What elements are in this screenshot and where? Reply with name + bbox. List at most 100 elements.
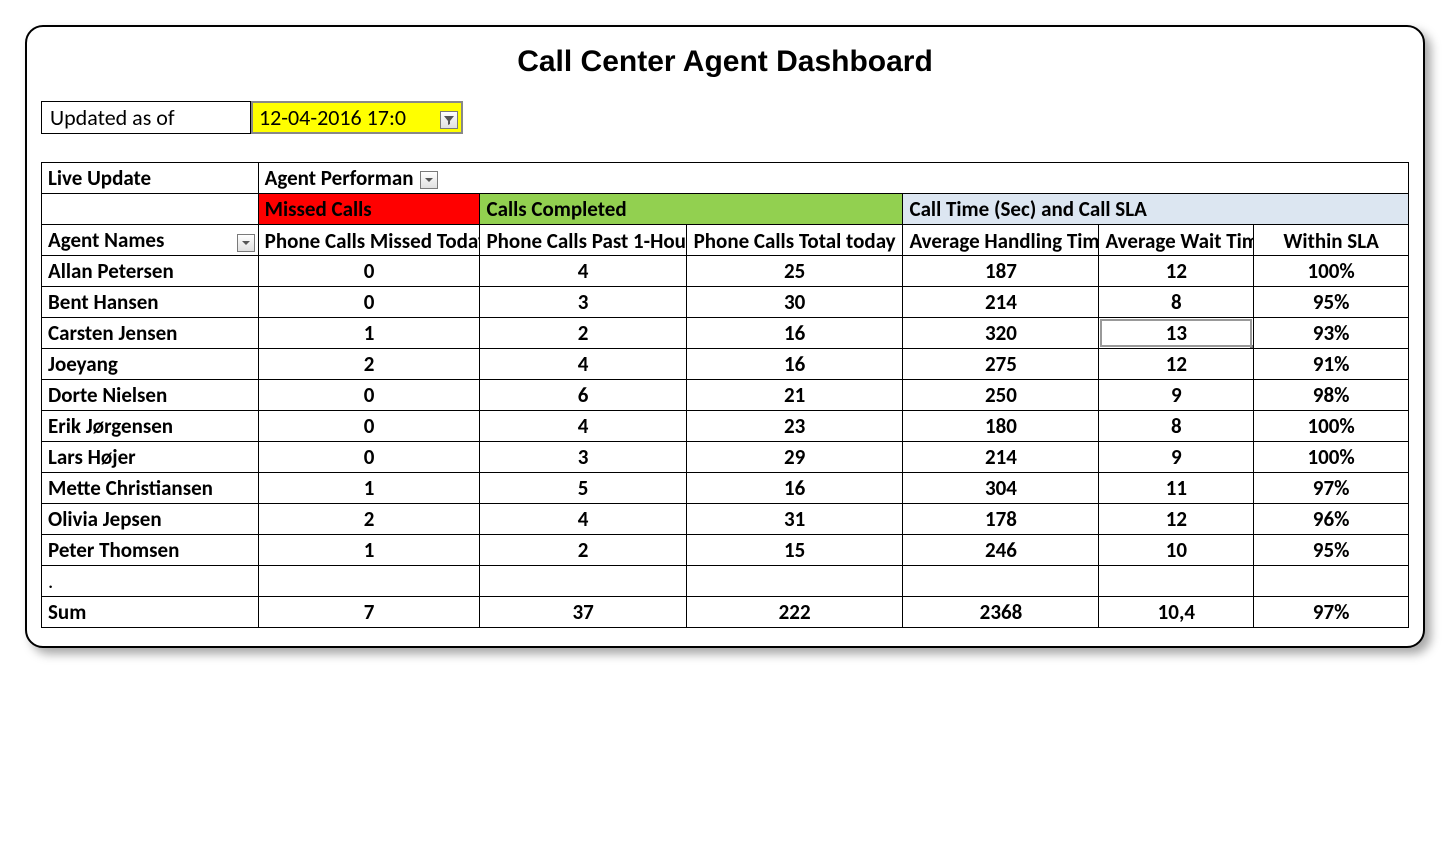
- cell-aht[interactable]: 214: [903, 287, 1099, 318]
- cell-hour[interactable]: 3: [480, 442, 686, 473]
- dropdown-icon[interactable]: [237, 234, 255, 252]
- cell-total[interactable]: 16: [686, 349, 903, 380]
- cell-hour[interactable]: 4: [480, 256, 686, 287]
- cell-missed[interactable]: 2: [258, 349, 480, 380]
- cell-total[interactable]: 21: [686, 380, 903, 411]
- cell-awt[interactable]: 11: [1099, 473, 1254, 504]
- cell-missed[interactable]: 2: [258, 504, 480, 535]
- col-sla: Within SLA: [1254, 225, 1409, 256]
- cell-total[interactable]: 23: [686, 411, 903, 442]
- band-call-sla: Call Time (Sec) and Call SLA: [903, 194, 1409, 225]
- cell-missed[interactable]: 0: [258, 287, 480, 318]
- agent-performance-header[interactable]: Agent Performan: [258, 163, 1408, 194]
- cell-missed[interactable]: 0: [258, 380, 480, 411]
- agent-name[interactable]: Bent Hansen: [42, 287, 259, 318]
- col-awt: Average Wait Time: [1099, 225, 1254, 256]
- table-row: Dorte Nielsen0621250998%: [42, 380, 1409, 411]
- updated-value: 12-04-2016 17:0: [259, 104, 406, 131]
- cell-sla[interactable]: 93%: [1254, 318, 1409, 349]
- live-update-header: Live Update: [42, 163, 259, 194]
- cell-sla[interactable]: 95%: [1254, 535, 1409, 566]
- col-missed-today: Phone Calls Missed Today: [258, 225, 480, 256]
- cell-missed[interactable]: 0: [258, 411, 480, 442]
- cell-hour[interactable]: 5: [480, 473, 686, 504]
- agent-name[interactable]: Erik Jørgensen: [42, 411, 259, 442]
- agent-name[interactable]: Dorte Nielsen: [42, 380, 259, 411]
- updated-row: Updated as of 12-04-2016 17:0: [41, 101, 1409, 134]
- cell-hour[interactable]: 2: [480, 318, 686, 349]
- cell-awt[interactable]: 12: [1099, 256, 1254, 287]
- col-total-today: Phone Calls Total today: [686, 225, 903, 256]
- cell-awt[interactable]: 12: [1099, 349, 1254, 380]
- cell-missed[interactable]: 1: [258, 318, 480, 349]
- cell-awt[interactable]: 13: [1099, 318, 1254, 349]
- cell-aht[interactable]: 214: [903, 442, 1099, 473]
- cell-aht[interactable]: 246: [903, 535, 1099, 566]
- agent-names-header[interactable]: Agent Names: [42, 225, 259, 256]
- cell-sla[interactable]: 91%: [1254, 349, 1409, 380]
- cell-aht[interactable]: 180: [903, 411, 1099, 442]
- col-aht: Average Handling Time: [903, 225, 1099, 256]
- filter-icon[interactable]: [440, 111, 458, 129]
- cell-total[interactable]: 16: [686, 473, 903, 504]
- cell-total[interactable]: 31: [686, 504, 903, 535]
- table-row: Erik Jørgensen04231808100%: [42, 411, 1409, 442]
- cell-total[interactable]: 30: [686, 287, 903, 318]
- table-row: Olivia Jepsen24311781296%: [42, 504, 1409, 535]
- dropdown-icon[interactable]: [420, 171, 438, 189]
- cell-awt[interactable]: 12: [1099, 504, 1254, 535]
- cell-total[interactable]: 29: [686, 442, 903, 473]
- updated-label: Updated as of: [41, 101, 251, 134]
- col-past-hour: Phone Calls Past 1-Hour: [480, 225, 686, 256]
- agent-name[interactable]: Peter Thomsen: [42, 535, 259, 566]
- cell-aht[interactable]: 320: [903, 318, 1099, 349]
- cell-total[interactable]: 25: [686, 256, 903, 287]
- cell-awt[interactable]: 8: [1099, 287, 1254, 318]
- cell-sla[interactable]: 100%: [1254, 256, 1409, 287]
- cell-aht[interactable]: 178: [903, 504, 1099, 535]
- table-row: Mette Christiansen15163041197%: [42, 473, 1409, 504]
- table-row: Carsten Jensen12163201393%: [42, 318, 1409, 349]
- agent-name[interactable]: Carsten Jensen: [42, 318, 259, 349]
- cell-total[interactable]: 15: [686, 535, 903, 566]
- dashboard-frame: Call Center Agent Dashboard Updated as o…: [25, 25, 1425, 648]
- spacer-dot: .: [42, 566, 259, 597]
- cell-hour[interactable]: 4: [480, 504, 686, 535]
- cell-missed[interactable]: 0: [258, 442, 480, 473]
- cell-aht[interactable]: 275: [903, 349, 1099, 380]
- cell-hour[interactable]: 6: [480, 380, 686, 411]
- table-row: Lars Højer03292149100%: [42, 442, 1409, 473]
- band-missed-calls: Missed Calls: [258, 194, 480, 225]
- agent-name[interactable]: Olivia Jepsen: [42, 504, 259, 535]
- updated-value-cell[interactable]: 12-04-2016 17:0: [251, 101, 463, 134]
- cell-total[interactable]: 16: [686, 318, 903, 349]
- cell-sla[interactable]: 100%: [1254, 411, 1409, 442]
- cell-missed[interactable]: 0: [258, 256, 480, 287]
- cell-missed[interactable]: 1: [258, 473, 480, 504]
- cell-sla[interactable]: 98%: [1254, 380, 1409, 411]
- cell-hour[interactable]: 4: [480, 411, 686, 442]
- cell-sla[interactable]: 95%: [1254, 287, 1409, 318]
- cell-hour[interactable]: 2: [480, 535, 686, 566]
- cell-awt[interactable]: 9: [1099, 442, 1254, 473]
- cell-awt[interactable]: 8: [1099, 411, 1254, 442]
- cell-sla[interactable]: 96%: [1254, 504, 1409, 535]
- agent-name[interactable]: Joeyang: [42, 349, 259, 380]
- table-row: Joeyang24162751291%: [42, 349, 1409, 380]
- cell-awt[interactable]: 10: [1099, 535, 1254, 566]
- cell-aht[interactable]: 304: [903, 473, 1099, 504]
- cell-aht[interactable]: 187: [903, 256, 1099, 287]
- cell-sla[interactable]: 100%: [1254, 442, 1409, 473]
- sum-aht: 2368: [903, 597, 1099, 628]
- cell-missed[interactable]: 1: [258, 535, 480, 566]
- cell-hour[interactable]: 4: [480, 349, 686, 380]
- cell-aht[interactable]: 250: [903, 380, 1099, 411]
- cell-sla[interactable]: 97%: [1254, 473, 1409, 504]
- agent-name[interactable]: Lars Højer: [42, 442, 259, 473]
- table-row: Peter Thomsen12152461095%: [42, 535, 1409, 566]
- cell-awt[interactable]: 9: [1099, 380, 1254, 411]
- agent-name[interactable]: Mette Christiansen: [42, 473, 259, 504]
- sum-total: 222: [686, 597, 903, 628]
- cell-hour[interactable]: 3: [480, 287, 686, 318]
- agent-name[interactable]: Allan Petersen: [42, 256, 259, 287]
